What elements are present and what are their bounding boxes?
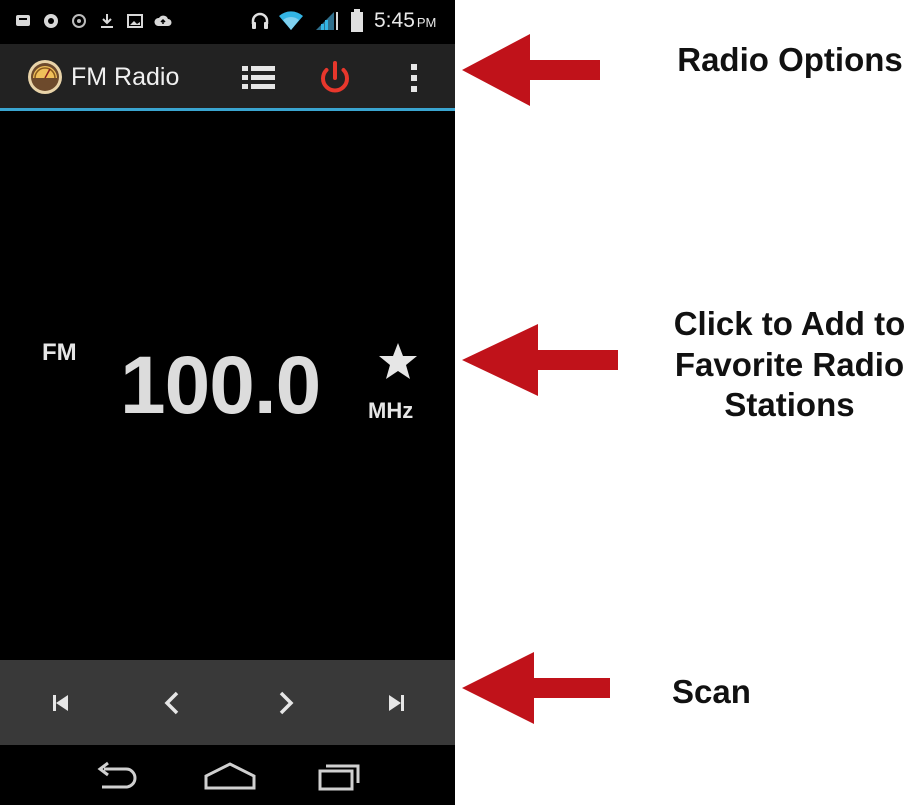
headset-icon <box>251 12 269 29</box>
clock-time: 5:45 <box>374 9 415 32</box>
wifi-icon <box>279 11 303 30</box>
station-list-button[interactable] <box>235 54 283 102</box>
label-favorite-line-3: Stations <box>724 386 855 424</box>
label-favorite: Click to Add to Favorite Radio Stations <box>655 304 924 426</box>
cloud-icon <box>154 15 172 26</box>
label-radio-options: Radio Options <box>677 41 903 78</box>
label-favorite-line-1: Click to Add to <box>673 305 906 342</box>
seek-previous-icon[interactable] <box>151 681 195 725</box>
tuner-panel: FM 100.0 MHz <box>0 111 455 660</box>
skip-previous-icon[interactable] <box>38 681 82 725</box>
arrow-favorite <box>462 324 618 396</box>
skip-next-icon[interactable] <box>375 681 419 725</box>
back-icon[interactable] <box>88 759 144 793</box>
overflow-menu-icon <box>411 64 417 92</box>
power-button[interactable] <box>311 54 359 102</box>
phone-screen: 5:45 PM FM Radio FM 100.0 MHz <box>0 0 455 805</box>
app-title: FM Radio <box>71 63 180 91</box>
sync-icon <box>72 14 86 28</box>
power-icon <box>321 61 349 93</box>
action-bar: FM Radio <box>0 44 455 111</box>
status-bar: 5:45 PM <box>0 0 455 44</box>
band-label: FM <box>42 339 77 366</box>
battery-icon <box>351 9 363 32</box>
download-icon <box>101 14 113 28</box>
arrow-radio-options <box>462 34 600 106</box>
clock-ampm: PM <box>416 15 437 30</box>
message-icon <box>16 15 30 26</box>
station-list-icon <box>242 66 275 89</box>
recent-apps-icon[interactable] <box>312 759 368 793</box>
star-icon[interactable] <box>378 341 418 381</box>
frequency-unit: MHz <box>368 398 414 423</box>
label-favorite-line-2: Favorite Radio <box>674 345 905 383</box>
frequency-display: 100.0 <box>120 340 321 431</box>
navigation-bar <box>0 745 455 805</box>
radio-dial-icon[interactable] <box>27 59 63 95</box>
signal-icon <box>316 12 338 30</box>
label-scan: Scan <box>672 673 751 710</box>
arrow-scan <box>462 652 610 724</box>
home-icon[interactable] <box>202 759 258 793</box>
clock: 5:45 PM <box>374 9 436 33</box>
image-icon <box>127 14 143 28</box>
overflow-menu-button[interactable] <box>390 54 438 102</box>
scan-controls <box>0 660 455 745</box>
seek-next-icon[interactable] <box>263 681 307 725</box>
chat-icon <box>44 14 58 28</box>
